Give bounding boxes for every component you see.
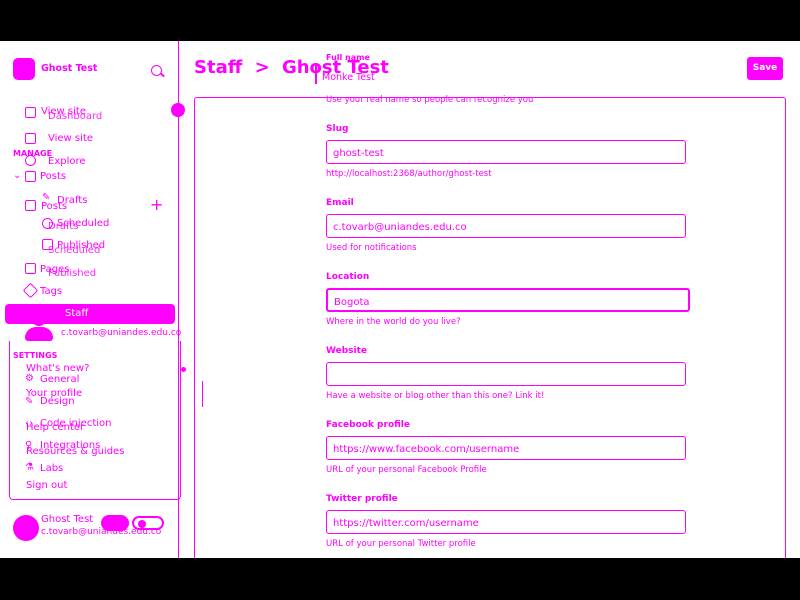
nav-explore[interactable]: Explore	[48, 156, 86, 167]
toggle-knob	[138, 520, 146, 528]
plus-icon[interactable]: +	[150, 195, 163, 214]
save-button[interactable]: Save	[747, 57, 783, 80]
ghost-logo-icon[interactable]	[13, 58, 35, 80]
twitter-field[interactable]	[326, 510, 686, 535]
site-title[interactable]: Ghost Test	[41, 63, 97, 74]
posts-icon	[25, 171, 36, 182]
footer-avatar[interactable]	[13, 515, 39, 541]
nav-design[interactable]: Design	[40, 396, 75, 407]
menu-resources-guides[interactable]: Resources & guides	[26, 446, 124, 457]
window-icon	[25, 133, 36, 144]
breadcrumb-separator: >	[254, 57, 270, 78]
facebook-help: URL of your personal Facebook Profile	[326, 465, 487, 475]
edit-icon	[25, 200, 36, 211]
slug-label: Slug	[326, 124, 349, 134]
nav-tags[interactable]: Tags	[40, 286, 62, 297]
email-label: Email	[326, 198, 354, 208]
home-icon	[25, 107, 36, 118]
toggle-switch-track[interactable]	[132, 516, 164, 530]
nav-scheduled[interactable]: Scheduled	[57, 218, 109, 229]
nav-posts[interactable]: Posts	[40, 171, 66, 182]
menu-whats-new[interactable]: What's new?	[26, 363, 89, 374]
nav-labs[interactable]: Labs	[40, 463, 63, 474]
settings-section-label: SETTINGS	[13, 351, 58, 360]
full-name-value[interactable]: Monke Test	[322, 72, 375, 83]
twitter-input[interactable]	[327, 512, 685, 535]
slug-input[interactable]	[327, 142, 685, 165]
footer-user-name: Ghost Test	[41, 514, 94, 525]
nav-published-overlay: Published	[48, 268, 97, 279]
website-help: Have a website or blog other than this o…	[326, 391, 545, 401]
facebook-field[interactable]	[326, 436, 686, 461]
publish-icon	[42, 239, 53, 250]
website-field[interactable]	[326, 362, 686, 387]
facebook-input[interactable]	[327, 438, 685, 461]
pages-icon	[25, 263, 36, 274]
search-icon-handle	[160, 72, 165, 78]
full-name-input-edge	[315, 64, 317, 84]
facebook-label: Facebook profile	[326, 420, 410, 430]
globe-icon	[25, 155, 36, 166]
flask-icon: ⚗	[25, 462, 34, 473]
nav-view-site-2[interactable]: View site	[48, 133, 93, 144]
brush-icon: ✎	[25, 396, 34, 407]
edit-icon: ✎	[42, 192, 51, 203]
website-label: Website	[326, 346, 368, 356]
slug-field[interactable]	[326, 140, 686, 165]
app-viewport: Ghost Test View site Dashboard View site…	[0, 41, 800, 558]
nav-published[interactable]: Published	[57, 240, 105, 251]
email-help: Used for notifications	[326, 243, 417, 253]
location-label: Location	[326, 272, 370, 282]
location-field[interactable]	[326, 288, 690, 313]
menu-sign-out[interactable]: Sign out	[26, 480, 67, 491]
clock-icon	[42, 218, 53, 229]
nav-drafts[interactable]: Drafts	[57, 195, 87, 206]
slug-help: http://localhost:2368/author/ghost-test	[326, 169, 492, 179]
nav-code-injection[interactable]: Code injection	[40, 418, 111, 429]
save-button-label: Save	[752, 63, 778, 73]
avatar-head	[32, 312, 46, 326]
main-content: Staff > Ghost Test Save Full name Monke …	[179, 41, 800, 558]
website-input[interactable]	[327, 364, 685, 387]
nav-general[interactable]: General	[40, 374, 79, 385]
nav-dashboard[interactable]: Dashboard	[48, 111, 102, 122]
avatar-body	[25, 327, 53, 341]
profile-card: Full name Monke Test Use your real name …	[194, 53, 786, 558]
location-help: Where in the world do you live?	[326, 317, 461, 327]
twitter-label: Twitter profile	[326, 494, 398, 504]
staff-user-email: c.tovarb@uniandes.edu.co	[61, 328, 182, 338]
breadcrumb-staff-link[interactable]: Staff	[194, 57, 242, 78]
nav-staff-label: Staff	[65, 308, 89, 319]
gear-icon: ⚙	[25, 373, 34, 384]
location-input[interactable]	[328, 292, 688, 313]
code-icon: ‹›	[25, 418, 33, 429]
full-name-help: Use your real name so people can recogni…	[326, 95, 534, 105]
full-name-label: Full name	[326, 53, 370, 62]
email-input[interactable]	[327, 216, 685, 239]
tag-icon	[22, 282, 39, 299]
sidebar: Ghost Test View site Dashboard View site…	[0, 41, 182, 558]
chevron-down-icon[interactable]: ⌄	[13, 170, 21, 181]
toggle-switch[interactable]	[101, 515, 129, 531]
email-field[interactable]	[326, 214, 686, 239]
avatar[interactable]	[22, 309, 58, 345]
twitter-help: URL of your personal Twitter profile	[326, 539, 476, 549]
